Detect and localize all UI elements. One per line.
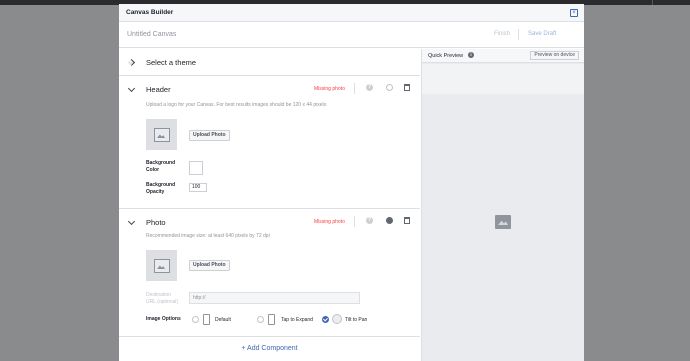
radio-tilt-to-pan[interactable] (322, 316, 329, 323)
info-icon[interactable]: i (468, 52, 474, 58)
canvas-name-input[interactable]: Untitled Canvas (127, 31, 176, 38)
section-label: Photo (146, 218, 166, 227)
photo-image-placeholder (146, 250, 177, 281)
header-image-placeholder (146, 119, 177, 150)
upload-photo-button[interactable]: Upload Photo (189, 130, 230, 141)
chevron-down-icon[interactable] (127, 217, 136, 226)
image-options-label: Image Options (146, 316, 181, 322)
header-section: Header Missing photo ? Upload a logo for… (119, 76, 420, 209)
header-help-text: Upload a logo for your Canvas. For best … (146, 102, 327, 108)
components-panel: Select a theme Header Missing photo ? Up… (119, 49, 420, 361)
bg-opacity-label: Background Opacity (146, 182, 176, 195)
modal-title: Canvas Builder (126, 9, 174, 16)
phone-expand-icon (268, 314, 275, 325)
add-component-button[interactable]: + Add Component (119, 336, 420, 361)
action-divider (354, 83, 355, 94)
section-label: Header (146, 85, 171, 94)
trash-icon[interactable] (404, 217, 410, 224)
quick-preview-header: Quick Preview i Preview on device (422, 49, 584, 63)
chevron-right-icon[interactable] (127, 58, 136, 67)
canvas-name-bar: Untitled Canvas Finish Save Draft (119, 22, 584, 48)
bg-color-label: Background Color (146, 160, 176, 173)
photo-help-text: Recommended image size: at least 640 pix… (146, 233, 270, 239)
phone-default-icon (203, 314, 210, 325)
modal-title-bar: Canvas Builder × (119, 4, 584, 22)
help-icon[interactable]: ? (366, 84, 373, 91)
top-strip-mark (652, 0, 653, 5)
preview-header-area (422, 64, 584, 94)
upload-photo-button[interactable]: Upload Photo (189, 260, 230, 271)
option-tap-to-expand-label: Tap to Expand (281, 317, 313, 323)
radio-default[interactable] (192, 316, 199, 323)
help-icon[interactable]: ? (366, 217, 373, 224)
save-draft-button[interactable]: Save Draft (528, 31, 556, 37)
image-icon (157, 134, 165, 138)
bg-opacity-input[interactable]: 100 (189, 183, 207, 192)
section-label: Select a theme (146, 58, 197, 67)
option-tilt-to-pan-label: Tilt to Pan (345, 317, 368, 323)
missing-photo-status: Missing photo (314, 219, 345, 225)
move-down-icon[interactable] (386, 84, 393, 91)
quick-preview-panel: Quick Preview i Preview on device (421, 49, 584, 361)
move-down-icon[interactable] (386, 217, 393, 224)
image-icon (157, 265, 165, 269)
tilt-icon (332, 314, 342, 324)
select-theme-section[interactable]: Select a theme (119, 49, 420, 76)
preview-on-device-button[interactable]: Preview on device (530, 51, 579, 60)
radio-tap-to-expand[interactable] (257, 316, 264, 323)
destination-url-input[interactable]: http:// (189, 292, 360, 304)
canvas-builder-modal: Canvas Builder × Untitled Canvas Finish … (119, 4, 584, 361)
destination-url-label: Destination URL (optional) (146, 292, 179, 305)
action-divider (354, 216, 355, 227)
option-default-label: Default (215, 317, 231, 323)
image-icon (495, 215, 511, 229)
missing-photo-status: Missing photo (314, 86, 345, 92)
namebar-divider (518, 29, 519, 40)
bg-color-swatch[interactable] (189, 161, 203, 175)
photo-section: Photo Missing photo ? Recommended image … (119, 209, 420, 335)
quick-preview-label: Quick Preview (428, 53, 464, 59)
trash-icon[interactable] (404, 84, 410, 91)
finish-button[interactable]: Finish (494, 31, 510, 37)
chevron-down-icon[interactable] (127, 84, 136, 93)
close-icon[interactable]: × (570, 9, 578, 17)
